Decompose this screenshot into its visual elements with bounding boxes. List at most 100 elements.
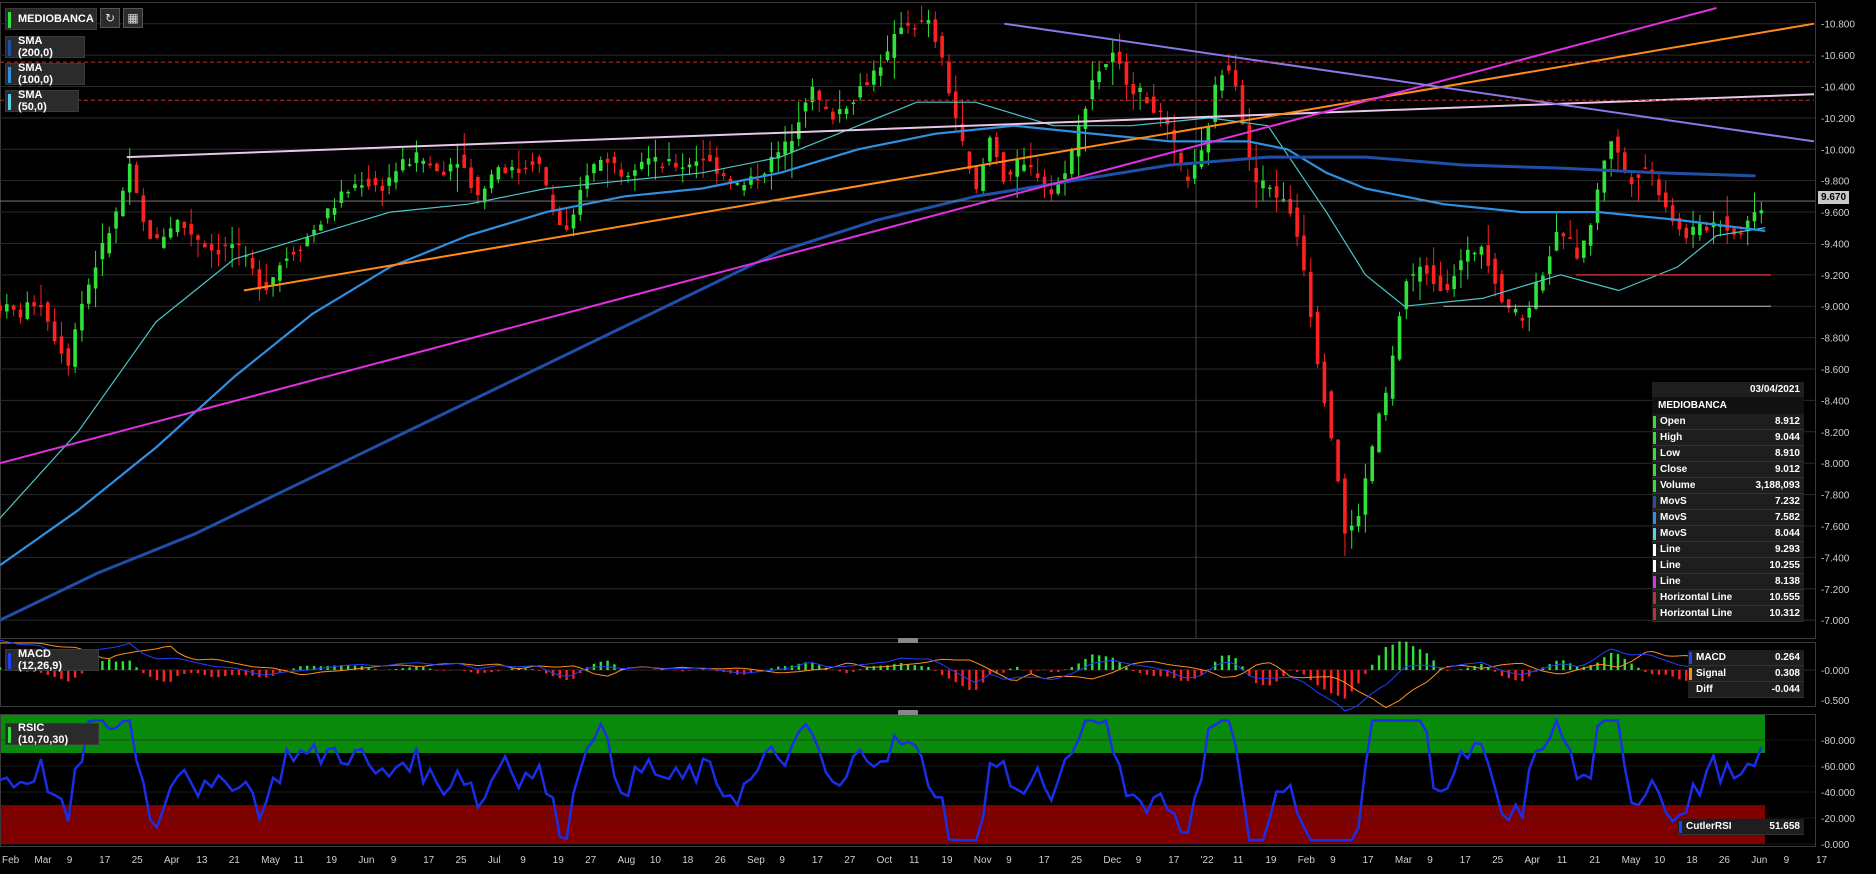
candle-body: [127, 163, 132, 193]
candle-body: [1254, 167, 1258, 183]
candle-body: [476, 176, 480, 196]
candle-body: [73, 329, 77, 367]
macd-histogram-bar: [1145, 670, 1149, 675]
candle-body: [1315, 311, 1320, 365]
candle-body: [162, 236, 166, 248]
row-label: Signal: [1696, 668, 1727, 679]
candle-body: [1595, 189, 1600, 223]
candle-body: [844, 108, 849, 114]
pane-resize-handle[interactable]: [898, 638, 918, 643]
candle-body: [626, 175, 630, 178]
calendar-button[interactable]: ▦: [123, 8, 143, 28]
symbol-tag[interactable]: MEDIOBANCA: [5, 8, 97, 30]
macd-histogram-bar: [858, 669, 862, 670]
macd-histogram-bar: [1254, 670, 1258, 684]
candle-body: [1418, 266, 1422, 282]
candle-body: [1568, 237, 1572, 239]
candle-body: [1452, 276, 1456, 290]
x-tick-label: 11: [1557, 855, 1568, 866]
candle-body: [1636, 174, 1641, 178]
x-tick-label: 11: [294, 855, 305, 866]
macd-histogram-bar: [913, 665, 917, 670]
macd-tick-label: -0.500: [1821, 696, 1850, 707]
indicator-tag-sma200[interactable]: SMA (200,0): [5, 35, 85, 59]
data-window-row: Volume 3,188,093: [1652, 478, 1804, 494]
macd-histogram-bar: [162, 670, 166, 682]
macd-histogram-bar: [108, 659, 111, 670]
row-value: 0.264: [1774, 652, 1800, 663]
candle-body: [1554, 231, 1559, 251]
candle-body: [1472, 252, 1477, 255]
row-marker: [1653, 576, 1656, 588]
rsi-tick-label: -20.000: [1821, 814, 1855, 825]
macd-histogram-bar: [661, 669, 664, 670]
row-value: 8.044: [1774, 528, 1800, 539]
candle-body: [1001, 152, 1006, 182]
chart-stage: -10.800 -10.600 -10.400 -10.200 -10.000 -9.80…: [0, 0, 1876, 874]
macd-histogram-bar: [920, 666, 923, 670]
macd-histogram-bar: [1644, 670, 1647, 672]
rsi-color-marker: [8, 727, 11, 743]
candle-body: [933, 19, 938, 43]
macd-histogram-bar: [1289, 670, 1292, 671]
x-tick-label: 27: [585, 855, 597, 866]
refresh-button[interactable]: ↻: [100, 8, 120, 28]
row-marker: [1653, 480, 1656, 492]
candle-body: [284, 258, 289, 261]
y-tick-label: -10.000: [1821, 145, 1855, 156]
candle-body: [1363, 478, 1368, 515]
row-label: High: [1660, 432, 1683, 443]
candle-body: [489, 174, 494, 189]
candle-body: [346, 191, 350, 194]
macd-histogram-bar: [1070, 667, 1074, 670]
x-tick-label: 9: [391, 855, 397, 866]
x-tick-label: 13: [196, 855, 208, 866]
y-tick-label: -10.800: [1821, 20, 1855, 31]
candle-body: [1220, 75, 1224, 91]
candle-body: [32, 302, 36, 307]
data-window-row: Close 9.012: [1652, 462, 1804, 478]
macd-label-tag[interactable]: MACD (12,26,9): [5, 648, 99, 672]
candle-body: [1732, 228, 1736, 235]
row-label: Horizontal Line: [1660, 592, 1733, 603]
data-window: 03/04/2021 MEDIOBANCA Open 8.912 High 9.044…: [1652, 382, 1804, 622]
macd-histogram-bar: [592, 663, 596, 670]
x-tick-label: May: [261, 855, 280, 866]
macd-histogram-bar: [1473, 665, 1476, 670]
macd-histogram-bar: [142, 670, 145, 674]
candle-body: [1322, 361, 1327, 404]
candle-body: [981, 164, 985, 191]
rsi-label-tag[interactable]: RSIC (10,70,30): [5, 722, 99, 746]
candle-body: [1104, 64, 1108, 68]
candle-body: [892, 33, 897, 58]
macd-histogram-bar: [306, 665, 309, 670]
candle-body: [674, 162, 678, 168]
candle-body: [667, 159, 671, 162]
indicator-tag-sma100[interactable]: SMA (100,0): [5, 62, 85, 86]
indicator-tag-sma50[interactable]: SMA (50,0): [5, 89, 79, 113]
candle-body: [1329, 391, 1334, 439]
candle-body: [994, 136, 999, 158]
candle-body: [517, 168, 521, 174]
cutler-rsi-row: CutlerRSI 51.658: [1678, 819, 1804, 835]
candle-body: [257, 269, 262, 290]
candle-body: [455, 164, 460, 168]
candle-body: [1431, 265, 1436, 284]
row-label: Diff: [1696, 684, 1713, 695]
candle-body: [1657, 179, 1661, 196]
candle-body: [250, 257, 255, 269]
macd-histogram-bar: [189, 670, 193, 673]
candle-body: [523, 167, 528, 170]
macd-histogram-bar: [196, 670, 200, 674]
pane-resize-handle[interactable]: [898, 710, 918, 715]
candle-body: [1465, 249, 1470, 262]
candle-body: [1479, 246, 1484, 255]
candle-body: [837, 109, 842, 115]
x-tick-label: 26: [715, 855, 727, 866]
y-tick-label: -8.200: [1821, 428, 1850, 439]
macd-histogram-bar: [981, 670, 985, 683]
macd-color-marker: [8, 653, 11, 669]
price-chart[interactable]: -10.800 -10.600 -10.400 -10.200 -10.000 -9.80…: [0, 0, 1876, 874]
y-tick-label: -10.400: [1821, 82, 1855, 93]
candle-body: [407, 164, 412, 166]
